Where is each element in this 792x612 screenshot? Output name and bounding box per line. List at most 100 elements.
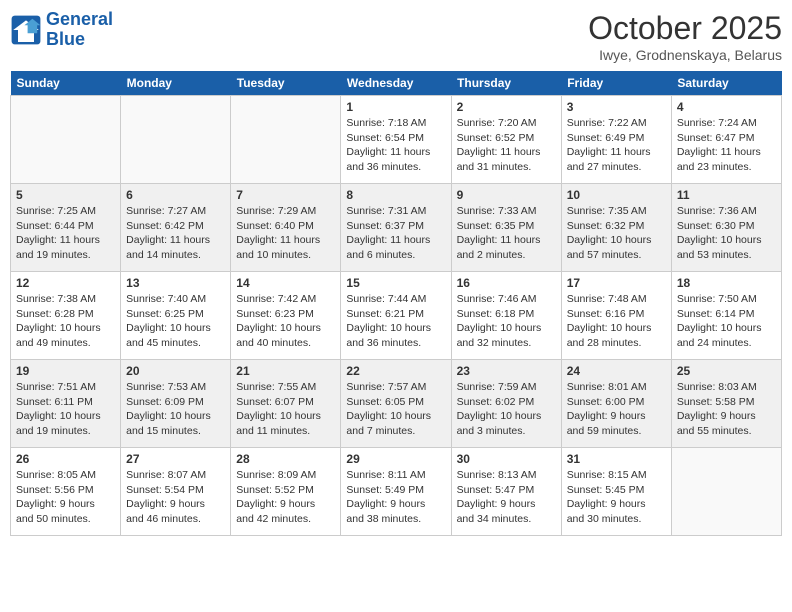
- calendar-cell: 25 Sunrise: 8:03 AM Sunset: 5:58 PM Dayli…: [671, 360, 781, 448]
- day-number: 11: [677, 188, 776, 202]
- logo-line1: General: [46, 9, 113, 29]
- calendar-week-row: 1 Sunrise: 7:18 AM Sunset: 6:54 PM Daylig…: [11, 96, 782, 184]
- day-info: Sunrise: 8:11 AM Sunset: 5:49 PM Dayligh…: [346, 468, 445, 527]
- day-info: Sunrise: 7:31 AM Sunset: 6:37 PM Dayligh…: [346, 204, 445, 263]
- day-number: 21: [236, 364, 335, 378]
- day-number: 2: [457, 100, 556, 114]
- location: Iwye, Grodnenskaya, Belarus: [588, 47, 782, 63]
- day-info: Sunrise: 7:24 AM Sunset: 6:47 PM Dayligh…: [677, 116, 776, 175]
- header-day-wednesday: Wednesday: [341, 71, 451, 96]
- calendar-cell: 28 Sunrise: 8:09 AM Sunset: 5:52 PM Dayli…: [231, 448, 341, 536]
- day-number: 13: [126, 276, 225, 290]
- day-number: 20: [126, 364, 225, 378]
- calendar-cell: 16 Sunrise: 7:46 AM Sunset: 6:18 PM Dayli…: [451, 272, 561, 360]
- day-number: 8: [346, 188, 445, 202]
- calendar-cell: 17Sunrise: 7:48 AM Sunset: 6:16 PM Dayli…: [561, 272, 671, 360]
- calendar-cell: 8 Sunrise: 7:31 AM Sunset: 6:37 PM Daylig…: [341, 184, 451, 272]
- day-info: Sunrise: 8:15 AM Sunset: 5:45 PM Dayligh…: [567, 468, 666, 527]
- day-info: Sunrise: 8:07 AM Sunset: 5:54 PM Dayligh…: [126, 468, 225, 527]
- header-day-friday: Friday: [561, 71, 671, 96]
- calendar-cell: 13 Sunrise: 7:40 AM Sunset: 6:25 PM Dayli…: [121, 272, 231, 360]
- calendar-week-row: 19 Sunrise: 7:51 AM Sunset: 6:11 PM Dayli…: [11, 360, 782, 448]
- day-number: 1: [346, 100, 445, 114]
- day-info: Sunrise: 7:29 AM Sunset: 6:40 PM Dayligh…: [236, 204, 335, 263]
- month-title: October 2025: [588, 10, 782, 47]
- day-number: 17: [567, 276, 666, 290]
- day-number: 24: [567, 364, 666, 378]
- calendar-cell: 19 Sunrise: 7:51 AM Sunset: 6:11 PM Dayli…: [11, 360, 121, 448]
- day-info: Sunrise: 7:44 AM Sunset: 6:21 PM Dayligh…: [346, 292, 445, 351]
- day-number: 10: [567, 188, 666, 202]
- day-number: 9: [457, 188, 556, 202]
- calendar-cell: 14 Sunrise: 7:42 AM Sunset: 6:23 PM Dayli…: [231, 272, 341, 360]
- calendar-cell: 22Sunrise: 7:57 AM Sunset: 6:05 PM Dayli…: [341, 360, 451, 448]
- calendar-cell: 10 Sunrise: 7:35 AM Sunset: 6:32 PM Dayli…: [561, 184, 671, 272]
- calendar-cell: 4 Sunrise: 7:24 AM Sunset: 6:47 PM Daylig…: [671, 96, 781, 184]
- day-info: Sunrise: 7:25 AM Sunset: 6:44 PM Dayligh…: [16, 204, 115, 263]
- day-info: Sunrise: 7:40 AM Sunset: 6:25 PM Dayligh…: [126, 292, 225, 351]
- day-info: Sunrise: 7:51 AM Sunset: 6:11 PM Dayligh…: [16, 380, 115, 439]
- calendar-cell: 18 Sunrise: 7:50 AM Sunset: 6:14 PM Dayli…: [671, 272, 781, 360]
- day-number: 7: [236, 188, 335, 202]
- logo: General Blue: [10, 10, 113, 50]
- header-day-saturday: Saturday: [671, 71, 781, 96]
- calendar-cell: 6 Sunrise: 7:27 AM Sunset: 6:42 PM Daylig…: [121, 184, 231, 272]
- day-number: 29: [346, 452, 445, 466]
- calendar-cell: 7 Sunrise: 7:29 AM Sunset: 6:40 PM Daylig…: [231, 184, 341, 272]
- calendar-table: SundayMondayTuesdayWednesdayThursdayFrid…: [10, 71, 782, 536]
- day-info: Sunrise: 8:01 AM Sunset: 6:00 PM Dayligh…: [567, 380, 666, 439]
- logo-line2: Blue: [46, 29, 85, 49]
- day-info: Sunrise: 7:20 AM Sunset: 6:52 PM Dayligh…: [457, 116, 556, 175]
- day-number: 31: [567, 452, 666, 466]
- day-info: Sunrise: 7:18 AM Sunset: 6:54 PM Dayligh…: [346, 116, 445, 175]
- calendar-cell: 26 Sunrise: 8:05 AM Sunset: 5:56 PM Dayli…: [11, 448, 121, 536]
- day-number: 18: [677, 276, 776, 290]
- day-info: Sunrise: 7:42 AM Sunset: 6:23 PM Dayligh…: [236, 292, 335, 351]
- day-number: 26: [16, 452, 115, 466]
- day-number: 14: [236, 276, 335, 290]
- day-info: Sunrise: 7:38 AM Sunset: 6:28 PM Dayligh…: [16, 292, 115, 351]
- day-info: Sunrise: 8:13 AM Sunset: 5:47 PM Dayligh…: [457, 468, 556, 527]
- calendar-cell: 29 Sunrise: 8:11 AM Sunset: 5:49 PM Dayli…: [341, 448, 451, 536]
- calendar-cell: 5 Sunrise: 7:25 AM Sunset: 6:44 PM Daylig…: [11, 184, 121, 272]
- calendar-cell: 9 Sunrise: 7:33 AM Sunset: 6:35 PM Daylig…: [451, 184, 561, 272]
- day-info: Sunrise: 8:09 AM Sunset: 5:52 PM Dayligh…: [236, 468, 335, 527]
- calendar-cell: 3 Sunrise: 7:22 AM Sunset: 6:49 PM Daylig…: [561, 96, 671, 184]
- day-info: Sunrise: 7:35 AM Sunset: 6:32 PM Dayligh…: [567, 204, 666, 263]
- day-number: 5: [16, 188, 115, 202]
- day-info: Sunrise: 7:27 AM Sunset: 6:42 PM Dayligh…: [126, 204, 225, 263]
- day-number: 28: [236, 452, 335, 466]
- day-info: Sunrise: 7:55 AM Sunset: 6:07 PM Dayligh…: [236, 380, 335, 439]
- header-row: SundayMondayTuesdayWednesdayThursdayFrid…: [11, 71, 782, 96]
- header-day-sunday: Sunday: [11, 71, 121, 96]
- day-number: 6: [126, 188, 225, 202]
- calendar-week-row: 5 Sunrise: 7:25 AM Sunset: 6:44 PM Daylig…: [11, 184, 782, 272]
- logo-text: General Blue: [46, 10, 113, 50]
- day-number: 27: [126, 452, 225, 466]
- day-number: 23: [457, 364, 556, 378]
- calendar-cell: 21 Sunrise: 7:55 AM Sunset: 6:07 PM Dayli…: [231, 360, 341, 448]
- day-number: 30: [457, 452, 556, 466]
- day-info: Sunrise: 7:22 AM Sunset: 6:49 PM Dayligh…: [567, 116, 666, 175]
- calendar-cell: [121, 96, 231, 184]
- day-number: 3: [567, 100, 666, 114]
- calendar-cell: 27 Sunrise: 8:07 AM Sunset: 5:54 PM Dayli…: [121, 448, 231, 536]
- day-info: Sunrise: 7:33 AM Sunset: 6:35 PM Dayligh…: [457, 204, 556, 263]
- calendar-cell: 20Sunrise: 7:53 AM Sunset: 6:09 PM Dayli…: [121, 360, 231, 448]
- calendar-cell: [671, 448, 781, 536]
- calendar-cell: 12Sunrise: 7:38 AM Sunset: 6:28 PM Dayli…: [11, 272, 121, 360]
- day-number: 16: [457, 276, 556, 290]
- header-day-thursday: Thursday: [451, 71, 561, 96]
- day-number: 25: [677, 364, 776, 378]
- calendar-week-row: 26 Sunrise: 8:05 AM Sunset: 5:56 PM Dayli…: [11, 448, 782, 536]
- calendar-cell: 30 Sunrise: 8:13 AM Sunset: 5:47 PM Dayli…: [451, 448, 561, 536]
- day-info: Sunrise: 7:50 AM Sunset: 6:14 PM Dayligh…: [677, 292, 776, 351]
- day-info: Sunrise: 8:03 AM Sunset: 5:58 PM Dayligh…: [677, 380, 776, 439]
- day-info: Sunrise: 8:05 AM Sunset: 5:56 PM Dayligh…: [16, 468, 115, 527]
- day-info: Sunrise: 7:46 AM Sunset: 6:18 PM Dayligh…: [457, 292, 556, 351]
- day-number: 4: [677, 100, 776, 114]
- day-number: 19: [16, 364, 115, 378]
- day-info: Sunrise: 7:59 AM Sunset: 6:02 PM Dayligh…: [457, 380, 556, 439]
- day-info: Sunrise: 7:57 AM Sunset: 6:05 PM Dayligh…: [346, 380, 445, 439]
- calendar-cell: [11, 96, 121, 184]
